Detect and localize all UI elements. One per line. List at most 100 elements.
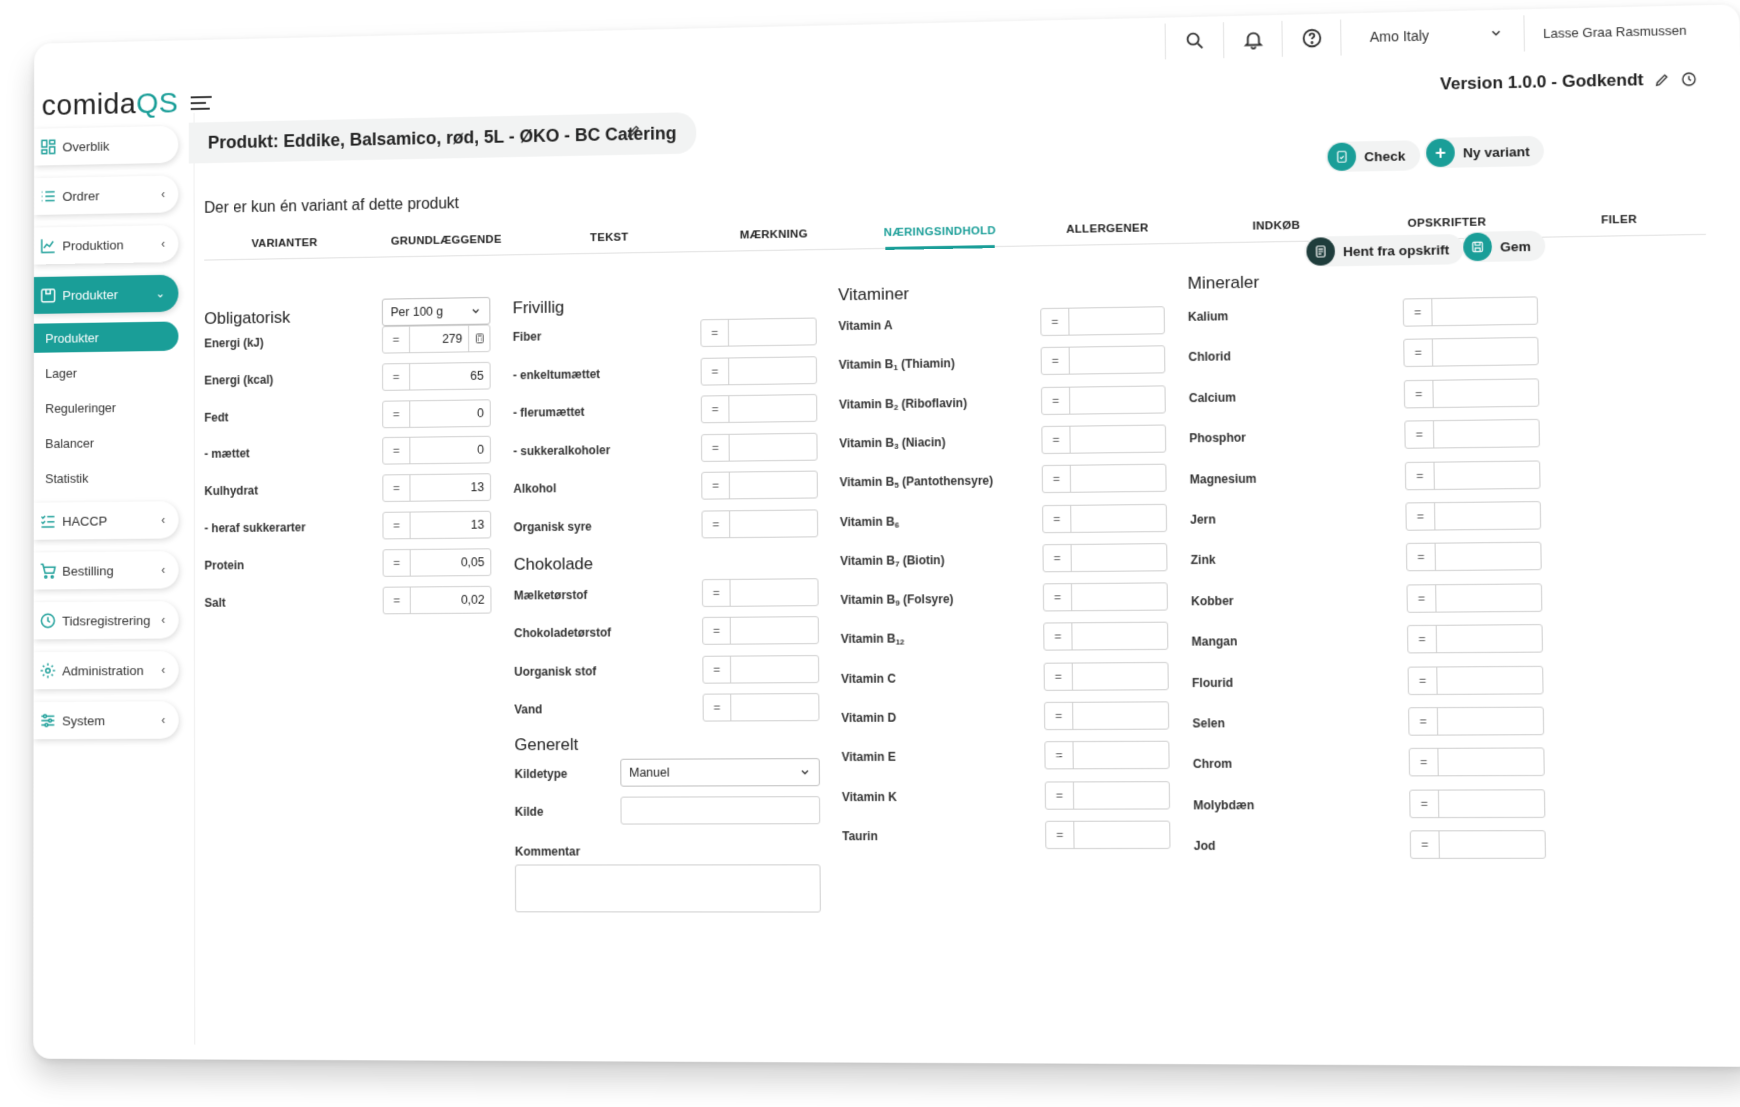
chocolate-input[interactable]: =	[702, 578, 819, 607]
mineral-input[interactable]: =	[1410, 830, 1546, 859]
operator-toggle[interactable]: =	[1046, 782, 1074, 808]
edit-product-icon[interactable]	[626, 123, 642, 139]
operator-toggle[interactable]: =	[1043, 545, 1071, 571]
vitamin-input[interactable]: =	[1040, 306, 1165, 336]
sidebar-item-tidsregistrering[interactable]: Tidsregistrering ‹	[34, 601, 179, 639]
tab-grundlaeggende[interactable]: GRUNDLÆGGENDE	[365, 222, 527, 257]
field-value[interactable]	[1069, 307, 1164, 334]
vitamin-input[interactable]: =	[1044, 741, 1169, 770]
field-value[interactable]	[731, 694, 818, 720]
sidebar-item-administration[interactable]: Administration ‹	[34, 651, 179, 689]
mineral-input[interactable]: =	[1406, 583, 1542, 612]
field-value[interactable]	[1436, 584, 1541, 611]
field-value[interactable]	[1074, 822, 1169, 848]
field-value[interactable]	[1439, 790, 1544, 817]
sidebar-item-haccp[interactable]: HACCP ‹	[34, 501, 179, 540]
field-value[interactable]	[1070, 386, 1165, 413]
field-value[interactable]	[1070, 425, 1165, 452]
submenu-item-statistik[interactable]: Statistik	[34, 462, 179, 493]
mineral-input[interactable]: =	[1405, 501, 1541, 531]
operator-toggle[interactable]: =	[704, 694, 732, 720]
operator-toggle[interactable]: =	[1406, 503, 1435, 530]
field-value[interactable]: 0,05	[411, 549, 491, 575]
mineral-input[interactable]: =	[1406, 542, 1542, 572]
operator-toggle[interactable]: =	[1408, 626, 1437, 653]
search-icon[interactable]	[1165, 22, 1224, 59]
field-value[interactable]	[1433, 379, 1538, 407]
operator-toggle[interactable]: =	[383, 401, 410, 427]
field-value[interactable]	[1436, 543, 1541, 570]
field-value[interactable]	[1074, 782, 1169, 808]
operator-toggle[interactable]: =	[1406, 462, 1435, 489]
operator-toggle[interactable]: =	[1042, 348, 1070, 374]
tab-naeringsindhold[interactable]: NÆRINGSINDHOLD	[857, 213, 1024, 249]
nutrient-input[interactable]: =0	[382, 436, 491, 465]
vitamin-input[interactable]: =	[1041, 385, 1166, 415]
mineral-input[interactable]: =	[1409, 748, 1545, 777]
operator-toggle[interactable]: =	[1046, 822, 1074, 848]
bell-icon[interactable]	[1223, 21, 1282, 58]
field-value[interactable]	[1440, 831, 1545, 858]
field-value[interactable]	[730, 579, 817, 606]
operator-toggle[interactable]: =	[702, 358, 730, 384]
field-value[interactable]	[731, 656, 818, 682]
field-value[interactable]	[730, 510, 817, 537]
field-value[interactable]	[1070, 347, 1165, 374]
sidebar-item-ordrer[interactable]: Ordrer ‹	[34, 175, 178, 215]
operator-toggle[interactable]: =	[1043, 505, 1071, 531]
chocolate-input[interactable]: =	[702, 655, 819, 684]
operator-toggle[interactable]: =	[703, 656, 731, 682]
field-value[interactable]: 279	[410, 326, 468, 352]
optional-nutrient-input[interactable]: =	[701, 509, 818, 538]
nutrient-input[interactable]: =0,02	[383, 585, 492, 614]
comment-textarea[interactable]	[515, 864, 821, 912]
operator-toggle[interactable]: =	[1043, 466, 1071, 492]
vitamin-input[interactable]: =	[1042, 503, 1167, 532]
mineral-input[interactable]: =	[1405, 460, 1541, 490]
mineral-input[interactable]: =	[1404, 419, 1540, 449]
operator-toggle[interactable]: =	[702, 473, 730, 499]
field-value[interactable]	[1434, 420, 1539, 448]
field-value[interactable]	[1438, 708, 1543, 735]
field-value[interactable]	[1437, 666, 1542, 693]
sidebar-item-produktion[interactable]: Produktion ‹	[34, 225, 178, 264]
field-value[interactable]	[1071, 504, 1166, 531]
mineral-input[interactable]: =	[1403, 296, 1538, 326]
vitamin-input[interactable]: =	[1045, 781, 1170, 810]
operator-toggle[interactable]: =	[1041, 309, 1069, 335]
operator-toggle[interactable]: =	[1044, 584, 1072, 610]
field-value[interactable]	[1435, 502, 1540, 529]
operator-toggle[interactable]: =	[383, 513, 410, 539]
operator-toggle[interactable]: =	[1404, 299, 1433, 326]
field-value[interactable]	[1071, 465, 1166, 492]
tab-allergener[interactable]: ALLERGENER	[1023, 210, 1192, 246]
chocolate-input[interactable]: =	[702, 616, 819, 645]
field-value[interactable]: 0	[410, 437, 490, 464]
operator-toggle[interactable]: =	[703, 618, 731, 644]
field-value[interactable]	[1072, 623, 1167, 650]
optional-nutrient-input[interactable]: =	[700, 318, 816, 347]
operator-toggle[interactable]: =	[1407, 544, 1436, 571]
submenu-item-produkter[interactable]: Produkter	[34, 321, 179, 352]
field-value[interactable]	[731, 617, 818, 644]
operator-toggle[interactable]: =	[703, 580, 731, 606]
nutrient-input[interactable]: =13	[382, 511, 491, 540]
history-icon[interactable]	[1681, 71, 1698, 88]
operator-toggle[interactable]: =	[1408, 585, 1437, 612]
source-input[interactable]	[620, 796, 820, 824]
field-value[interactable]	[1438, 749, 1543, 776]
menu-toggle-icon[interactable]	[191, 96, 212, 114]
field-value[interactable]	[729, 319, 816, 346]
field-value[interactable]	[1432, 297, 1537, 325]
operator-toggle[interactable]: =	[701, 320, 729, 346]
pencil-icon[interactable]	[1654, 72, 1671, 89]
field-value[interactable]: 0	[410, 400, 490, 427]
tab-filer[interactable]: FILER	[1533, 200, 1706, 236]
mineral-input[interactable]: =	[1404, 378, 1540, 408]
operator-toggle[interactable]: =	[383, 475, 410, 501]
operator-toggle[interactable]: =	[1404, 340, 1433, 367]
sidebar-item-produkter[interactable]: Produkter ⌄	[34, 275, 179, 314]
field-value[interactable]: 65	[410, 363, 490, 390]
vitamin-input[interactable]: =	[1041, 424, 1166, 454]
source-type-select[interactable]: Manuel	[620, 758, 820, 787]
